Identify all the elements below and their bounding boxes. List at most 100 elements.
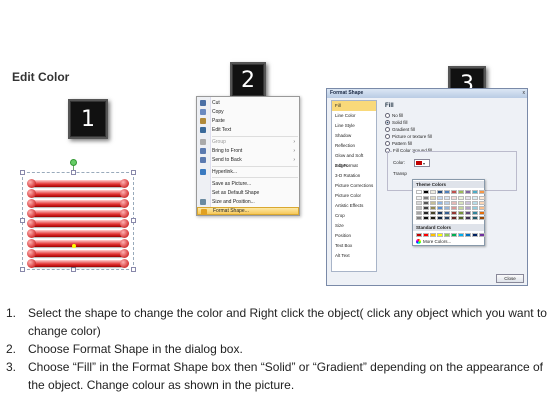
fill-option-solid-fill[interactable]: Solid fill	[385, 120, 408, 125]
category-3-d-format[interactable]: 3-D Format	[332, 161, 376, 171]
color-swatch[interactable]	[430, 211, 436, 215]
color-swatch[interactable]	[444, 211, 450, 215]
menu-item-hyperlink[interactable]: Hyperlink...	[197, 168, 299, 176]
color-swatch[interactable]	[437, 211, 443, 215]
color-swatch[interactable]	[479, 211, 485, 215]
color-swatch[interactable]	[430, 196, 436, 200]
color-swatch[interactable]	[465, 201, 471, 205]
color-swatch[interactable]	[458, 190, 464, 194]
color-swatch[interactable]	[451, 190, 457, 194]
color-swatch[interactable]	[423, 206, 429, 210]
color-swatch[interactable]	[451, 233, 457, 237]
color-swatch[interactable]	[458, 206, 464, 210]
menu-item-bring-to-front[interactable]: Bring to Front ›	[197, 147, 299, 155]
resize-handle-b[interactable]	[71, 267, 76, 272]
color-swatch[interactable]	[437, 196, 443, 200]
category-size[interactable]: Size	[332, 221, 376, 231]
color-swatch[interactable]	[451, 206, 457, 210]
color-swatch[interactable]	[423, 233, 429, 237]
color-swatch[interactable]	[416, 216, 422, 220]
category-position[interactable]: Position	[332, 231, 376, 241]
menu-item-paste[interactable]: Paste	[197, 117, 299, 125]
color-swatch[interactable]	[458, 201, 464, 205]
category-picture-color[interactable]: Picture Color	[332, 191, 376, 201]
color-swatch[interactable]	[472, 190, 478, 194]
color-swatch[interactable]	[444, 190, 450, 194]
color-swatch[interactable]	[458, 233, 464, 237]
menu-item-set-as-default-shape[interactable]: Set as Default Shape	[197, 189, 299, 197]
color-swatch[interactable]	[423, 216, 429, 220]
color-swatch[interactable]	[430, 190, 436, 194]
color-swatch[interactable]	[444, 206, 450, 210]
color-swatch[interactable]	[472, 206, 478, 210]
color-swatch[interactable]	[416, 190, 422, 194]
menu-item-copy[interactable]: Copy	[197, 108, 299, 116]
category-alt-text[interactable]: Alt Text	[332, 251, 376, 261]
color-swatch[interactable]	[465, 216, 471, 220]
fill-option-no-fill[interactable]: No fill	[385, 113, 403, 118]
color-swatch[interactable]	[444, 233, 450, 237]
color-swatch[interactable]	[437, 233, 443, 237]
color-swatch[interactable]	[444, 196, 450, 200]
color-swatch[interactable]	[472, 233, 478, 237]
color-swatch[interactable]	[465, 190, 471, 194]
radio-button[interactable]	[385, 113, 390, 118]
color-swatch[interactable]	[472, 196, 478, 200]
category-line-style[interactable]: Line Style	[332, 121, 376, 131]
color-swatch[interactable]	[479, 196, 485, 200]
color-swatch[interactable]	[437, 201, 443, 205]
fill-option-picture-or-texture-fill[interactable]: Picture or texture fill	[385, 134, 432, 139]
menu-item-cut[interactable]: Cut	[197, 99, 299, 107]
category-crop[interactable]: Crop	[332, 211, 376, 221]
color-swatch[interactable]	[458, 211, 464, 215]
resize-handle-tr[interactable]	[131, 170, 136, 175]
category-artistic-effects[interactable]: Artistic Effects	[332, 201, 376, 211]
menu-item-size-and-position[interactable]: Size and Position...	[197, 198, 299, 206]
color-swatch[interactable]	[437, 190, 443, 194]
color-swatch[interactable]	[416, 233, 422, 237]
fill-option-gradient-fill[interactable]: Gradient fill	[385, 127, 415, 132]
close-icon[interactable]: x	[523, 90, 526, 96]
menu-item-save-as-picture[interactable]: Save as Picture...	[197, 180, 299, 188]
close-button[interactable]: Close	[496, 274, 524, 283]
color-swatch[interactable]	[451, 216, 457, 220]
color-swatch[interactable]	[451, 201, 457, 205]
color-swatch[interactable]	[479, 190, 485, 194]
color-swatch[interactable]	[416, 201, 422, 205]
resize-handle-r[interactable]	[131, 218, 136, 223]
color-swatch[interactable]	[458, 216, 464, 220]
menu-item-format-shape[interactable]: Format Shape...	[197, 207, 299, 215]
color-swatch[interactable]	[465, 196, 471, 200]
category-fill[interactable]: Fill	[332, 101, 376, 111]
category-3-d-rotation[interactable]: 3-D Rotation	[332, 171, 376, 181]
color-swatch[interactable]	[423, 190, 429, 194]
color-swatch[interactable]	[437, 206, 443, 210]
color-swatch[interactable]	[472, 211, 478, 215]
category-line-color[interactable]: Line Color	[332, 111, 376, 121]
resize-handle-t[interactable]	[71, 170, 76, 175]
category-reflection[interactable]: Reflection	[332, 141, 376, 151]
color-swatch[interactable]	[465, 233, 471, 237]
color-swatch[interactable]	[416, 211, 422, 215]
color-swatch[interactable]	[444, 201, 450, 205]
color-swatch[interactable]	[423, 201, 429, 205]
color-swatch[interactable]	[451, 211, 457, 215]
color-swatch[interactable]	[472, 216, 478, 220]
color-swatch[interactable]	[444, 216, 450, 220]
menu-item-group[interactable]: Group ›	[197, 138, 299, 146]
radio-button[interactable]	[385, 127, 390, 132]
resize-handle-bl[interactable]	[20, 267, 25, 272]
category-text-box[interactable]: Text Box	[332, 241, 376, 251]
color-swatch[interactable]	[451, 196, 457, 200]
resize-handle-tl[interactable]	[20, 170, 25, 175]
resize-handle-br[interactable]	[131, 267, 136, 272]
color-swatch[interactable]	[430, 233, 436, 237]
category-picture-corrections[interactable]: Picture Corrections	[332, 181, 376, 191]
radio-button[interactable]	[385, 141, 390, 146]
rotation-handle[interactable]	[70, 159, 77, 166]
color-swatch[interactable]	[423, 196, 429, 200]
color-picker-button[interactable]: ▾	[414, 159, 430, 167]
color-swatch[interactable]	[430, 201, 436, 205]
radio-button[interactable]	[385, 134, 390, 139]
color-swatch[interactable]	[479, 206, 485, 210]
